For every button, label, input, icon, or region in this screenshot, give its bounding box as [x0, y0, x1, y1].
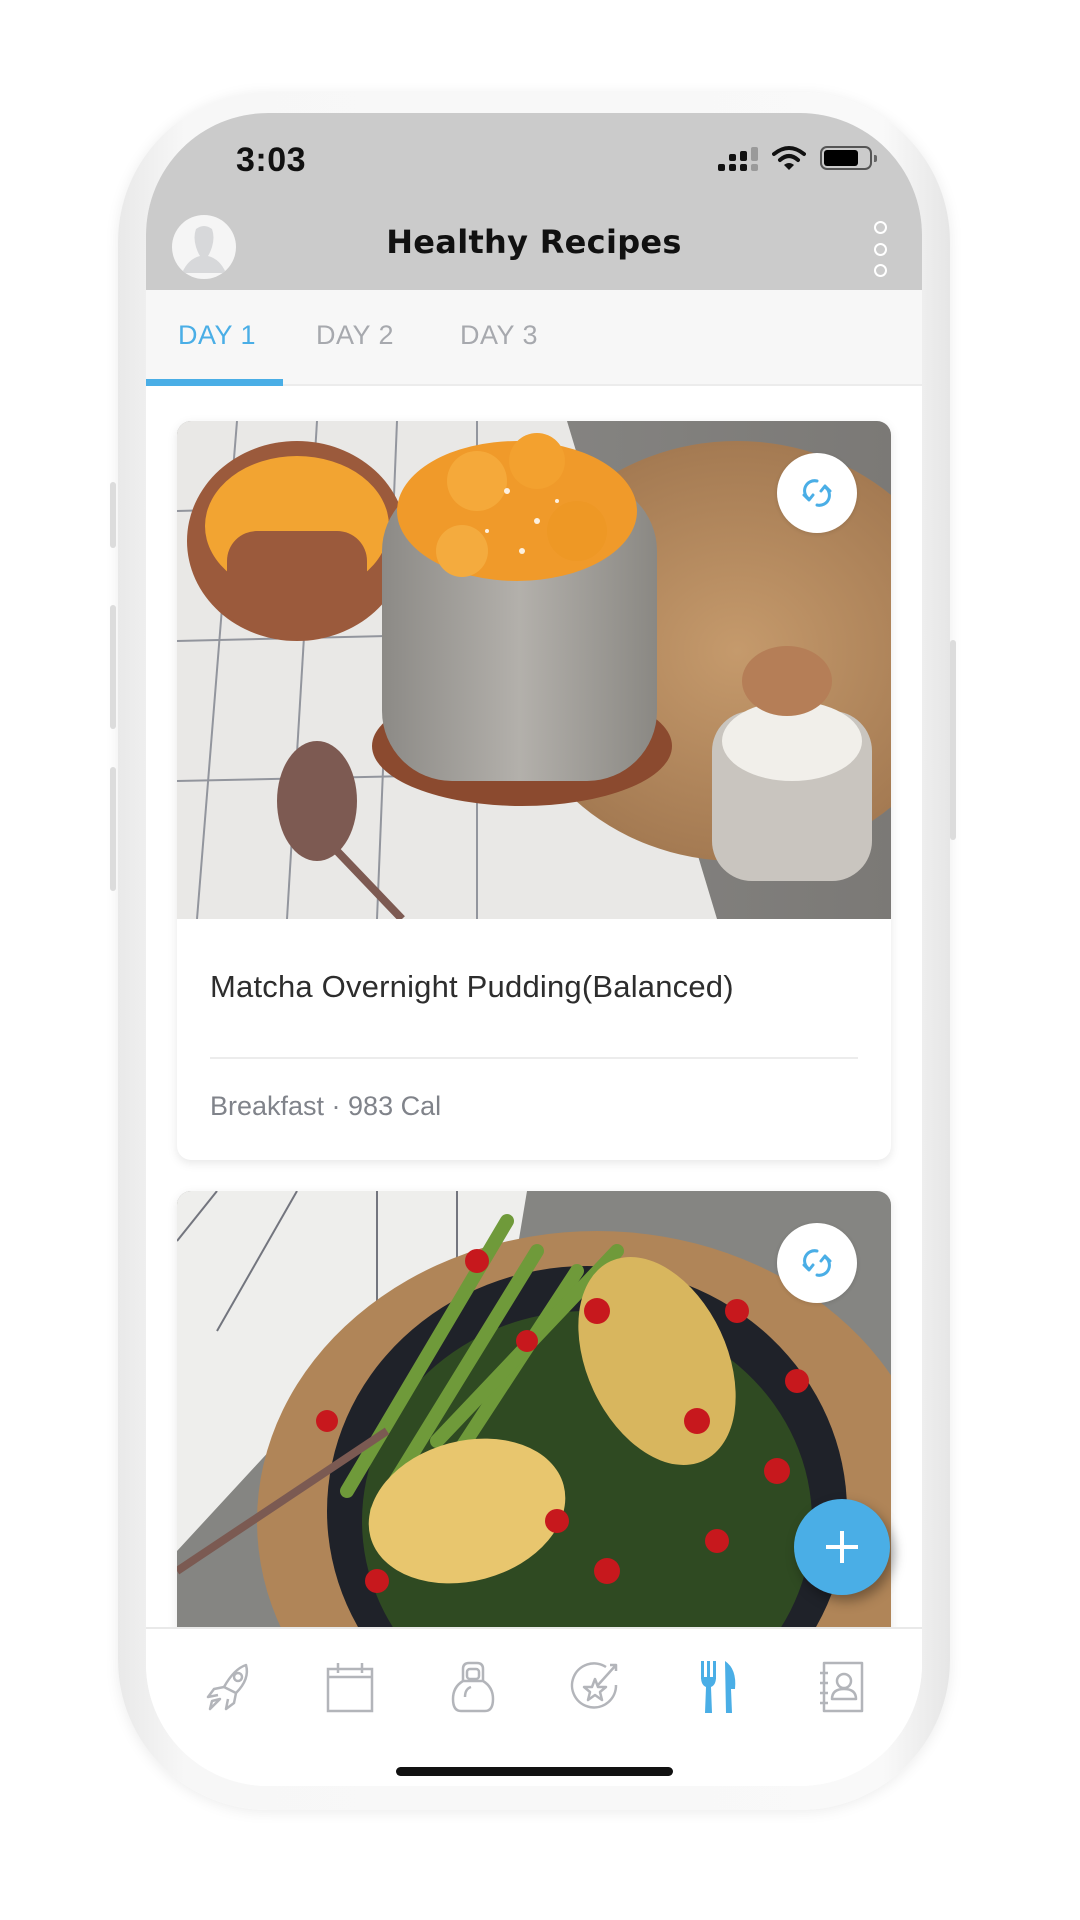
swap-recipe-button[interactable] [777, 1223, 857, 1303]
recipe-card[interactable]: Matcha Overnight Pudding(Balanced) Break… [177, 421, 891, 1160]
add-recipe-button[interactable] [794, 1499, 890, 1595]
status-icons [718, 145, 877, 171]
day-tabs: DAY 1 DAY 2 DAY 3 [146, 290, 922, 386]
battery-icon [820, 146, 877, 170]
recipe-meta: Breakfast · 983 Cal [210, 1091, 442, 1121]
recipe-image[interactable] [177, 421, 891, 919]
nav-goals[interactable] [566, 1657, 626, 1717]
divider [210, 1057, 858, 1059]
active-tab-indicator [146, 379, 283, 386]
status-time: 3:03 [236, 141, 307, 179]
bottom-navigation [146, 1627, 922, 1786]
star-target-icon [570, 1662, 618, 1709]
cellular-signal-icon [718, 145, 758, 171]
wifi-icon [772, 146, 806, 170]
kettlebell-icon [451, 1661, 495, 1713]
page-title: Healthy Recipes [386, 223, 682, 261]
nav-calendar[interactable] [320, 1657, 380, 1717]
swap-refresh-icon [802, 479, 832, 507]
app-header: 3:03 Healthy Recipes [146, 113, 922, 290]
tab-day-1[interactable]: DAY 1 [178, 320, 256, 351]
swap-recipe-button[interactable] [777, 453, 857, 533]
recipe-title[interactable]: Matcha Overnight Pudding(Balanced) [210, 969, 734, 1005]
tab-day-3[interactable]: DAY 3 [460, 320, 538, 351]
calendar-icon [326, 1663, 374, 1713]
contact-book-icon [820, 1661, 864, 1713]
tab-day-2[interactable]: DAY 2 [316, 320, 394, 351]
power-button [950, 640, 956, 840]
volume-up-button [110, 605, 116, 729]
nav-recipes[interactable] [689, 1657, 749, 1717]
nav-rocket[interactable] [198, 1657, 258, 1717]
more-vertical-icon[interactable] [870, 221, 890, 277]
fork-knife-icon [701, 1661, 736, 1713]
volume-down-button [110, 767, 116, 891]
swap-refresh-icon [802, 1249, 832, 1277]
home-indicator[interactable] [396, 1767, 673, 1776]
rocket-icon [206, 1663, 249, 1711]
nav-contacts[interactable] [812, 1657, 872, 1717]
mute-switch [110, 482, 116, 548]
plus-icon [826, 1531, 858, 1563]
phone-screen: 3:03 Healthy Recipes DAY 1 DAY 2 DAY 3 M… [146, 113, 922, 1786]
nav-workout[interactable] [443, 1657, 503, 1717]
